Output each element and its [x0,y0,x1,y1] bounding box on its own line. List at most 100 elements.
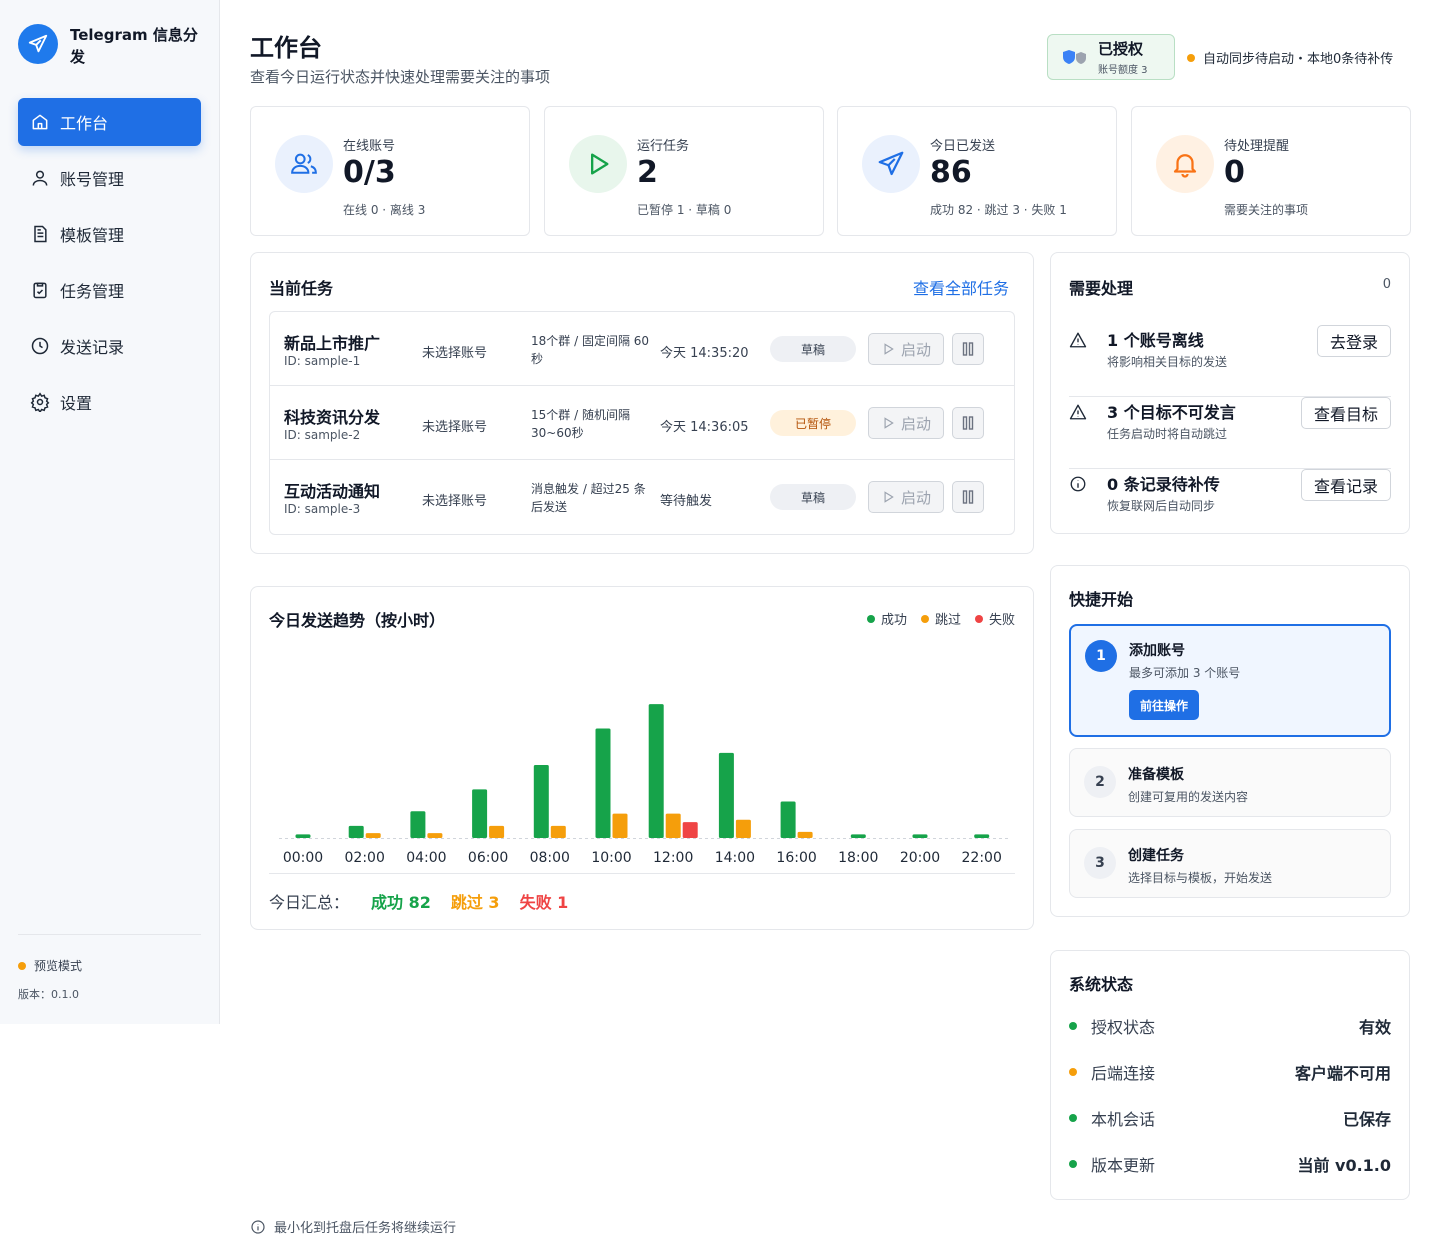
divider [269,873,1015,874]
alert-title: 3 个目标不可发言 [1107,403,1236,422]
chart-bar [780,801,796,838]
step-desc: 选择目标与模板，开始发送 [1128,871,1273,885]
chart-bar [295,834,311,838]
task-time: 今天 14:36:05 [660,420,749,435]
sidebar-item-history[interactable]: 发送记录 [18,322,201,370]
stat-label: 今日已发送 [930,139,996,154]
task-id: ID: sample-2 [284,428,361,442]
login-button[interactable]: 去登录 [1316,325,1391,357]
trend-bar-chart: 00:00 02:00 04:00 06:00 08:00 10:00 12:00 14:00… [279,704,1011,866]
sidebar-item-dashboard[interactable]: 工作台 [18,98,201,146]
quick-start-panel: 快捷开始 1 添加账号 最多可添加 3 个账号 前往操作 2 准备模板 创建可复… [1050,565,1410,917]
start-button[interactable]: 启动 [868,481,944,513]
system-status-panel: 系统状态 授权状态 有效 后端连接 客户端不可用 本机会话 已保存 版本更新 当… [1050,950,1410,1200]
status-value: 已保存 [1342,1110,1391,1129]
quick-step-prepare-template[interactable]: 2 准备模板 创建可复用的发送内容 [1069,748,1391,817]
sync-status-text: 自动同步待启动・本地0条待补传 [1203,52,1394,67]
table-row[interactable]: 科技资讯分发 ID: sample-2 未选择账号 15个群 / 随机间隔 30… [270,386,1014,460]
status-value: 客户端不可用 [1294,1064,1391,1083]
sync-status: 自动同步待启动・本地0条待补传 [1187,48,1393,67]
status-badge: 草稿 [770,336,856,362]
step-title: 创建任务 [1128,848,1184,864]
pause-button[interactable] [952,407,984,439]
step-title: 添加账号 [1129,643,1185,659]
x-tick-label: 02:00 [345,850,385,866]
sidebar: Telegram 信息分发 工作台 账号管理 模板管理 任务管理 发送记录 设置 [0,0,220,1024]
stat-sub: 在线 0 · 离线 3 [343,203,426,217]
step-desc: 最多可添加 3 个账号 [1129,666,1241,680]
legend-item: 失败 [974,609,1015,628]
license-quota: 账号额度 3 [1098,65,1148,76]
status-label: 后端连接 [1091,1064,1156,1083]
chart-bar [974,834,990,838]
current-tasks-panel: 当前任务 查看全部任务 新品上市推广 ID: sample-1 未选择账号 18… [250,252,1034,554]
sidebar-item-label: 模板管理 [60,226,125,245]
sidebar-item-accounts[interactable]: 账号管理 [18,154,201,202]
view-all-tasks-link[interactable]: 查看全部任务 [913,275,1009,299]
document-icon [34,225,47,243]
x-tick-label: 22:00 [962,850,1002,866]
pause-icon [962,342,974,356]
task-time: 等待触发 [660,494,713,509]
start-button-label: 启动 [900,340,931,359]
send-icon [862,135,920,193]
warning-icon [1069,332,1087,348]
alert-item: 1 个账号离线 将影响相关目标的发送 去登录 [1069,325,1391,397]
tray-note: 最小化到托盘后任务将继续运行 [250,1217,456,1236]
x-tick-label: 14:00 [715,850,755,866]
legend-item: 跳过 [920,609,961,628]
task-account: 未选择账号 [422,420,488,435]
attention-count: 0 [1382,277,1391,292]
tray-note-text: 最小化到托盘后任务将继续运行 [274,1221,457,1236]
sidebar-item-label: 发送记录 [60,338,125,357]
sidebar-item-tasks[interactable]: 任务管理 [18,266,201,314]
quick-step-add-account[interactable]: 1 添加账号 最多可添加 3 个账号 前往操作 [1069,624,1391,737]
status-row: 本机会话 已保存 [1069,1095,1391,1141]
app-name: Telegram 信息分发 [70,26,198,66]
x-tick-label: 08:00 [530,850,570,866]
sidebar-footer: 预览模式 版本：0.1.0 [18,934,201,1002]
alert-title: 0 条记录待补传 [1107,475,1220,494]
chart-bar [533,765,549,838]
pause-button[interactable] [952,333,984,365]
quick-step-create-task[interactable]: 3 创建任务 选择目标与模板，开始发送 [1069,829,1391,898]
current-tasks-title: 当前任务 [269,279,334,298]
status-dot [1069,1068,1077,1076]
users-icon [275,135,333,193]
x-tick-label: 16:00 [776,850,816,866]
home-icon [32,114,48,130]
sidebar-item-label: 设置 [60,394,93,413]
stat-sent-today: 今日已发送 86 成功 82 · 跳过 3 · 失败 1 [837,106,1117,236]
stat-label: 待处理提醒 [1224,139,1290,154]
status-value: 有效 [1358,1018,1391,1037]
x-tick-label: 20:00 [900,850,940,866]
table-row[interactable]: 互动活动通知 ID: sample-3 未选择账号 消息触发 / 超过25 条后… [270,460,1014,534]
info-icon [251,1219,265,1234]
go-action-button[interactable]: 前往操作 [1129,690,1199,720]
start-button[interactable]: 启动 [868,407,944,439]
license-badge[interactable]: 已授权 账号额度 3 [1047,34,1175,80]
view-targets-button[interactable]: 查看目标 [1300,397,1391,429]
status-label: 授权状态 [1091,1018,1156,1037]
sidebar-item-settings[interactable]: 设置 [18,378,201,426]
start-button-label: 启动 [900,488,931,507]
pause-button[interactable] [952,481,984,513]
sidebar-item-templates[interactable]: 模板管理 [18,210,201,258]
stat-online-accounts: 在线账号 0/3 在线 0 · 离线 3 [250,106,530,236]
license-status: 已授权 [1098,40,1144,58]
view-records-button[interactable]: 查看记录 [1300,469,1391,501]
task-account: 未选择账号 [422,494,488,509]
start-button[interactable]: 启动 [868,333,944,365]
pause-icon [962,416,974,430]
clock-icon [31,337,49,355]
start-button-label: 启动 [900,414,931,433]
stat-sub: 需要关注的事项 [1224,203,1309,217]
chart-legend: 成功 跳过 失败 [866,609,1015,628]
table-row[interactable]: 新品上市推广 ID: sample-1 未选择账号 18个群 / 固定间隔 60… [270,312,1014,386]
chart-bar [348,825,364,838]
alert-desc: 任务启动时将自动跳过 [1107,427,1228,441]
preview-mode-label: 预览模式 [34,959,83,973]
summary-skip: 跳过 3 [450,893,500,912]
shield-icon [1063,50,1086,64]
step-number: 3 [1084,847,1116,879]
